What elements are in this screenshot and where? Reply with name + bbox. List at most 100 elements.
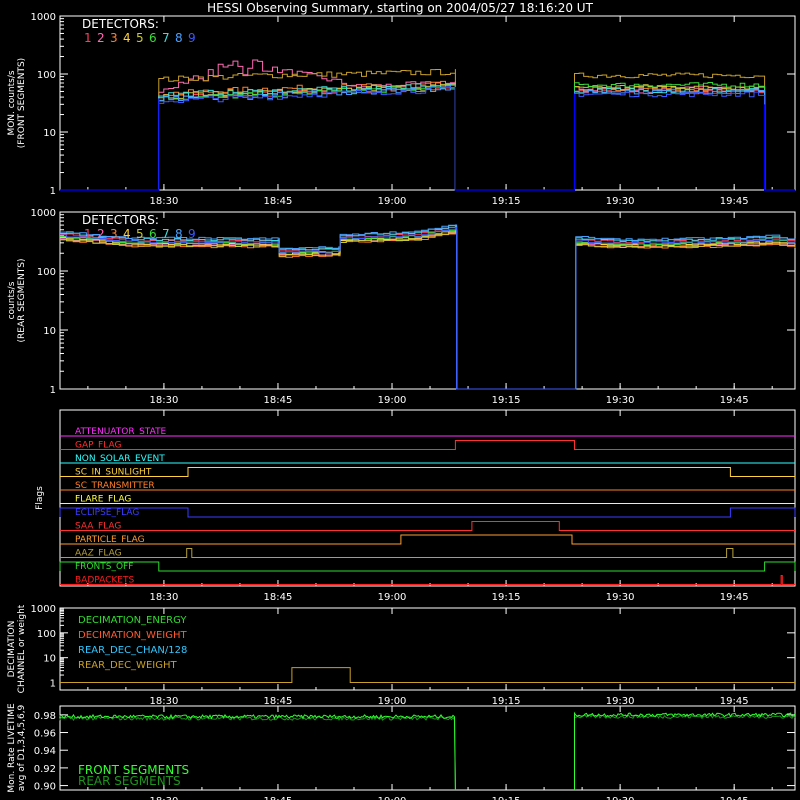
front-panel-frame xyxy=(59,15,796,191)
decimation-panel-xtick-label: 19:45 xyxy=(720,696,749,707)
flag-label: FRONTS_OFF xyxy=(75,562,133,572)
rear-series-line xyxy=(60,230,796,390)
front-panel-ytick-label: 1000 xyxy=(31,12,56,23)
flag-line xyxy=(60,534,795,545)
rear-panel-ytick-label: 100 xyxy=(37,267,56,278)
flags-panel-xtick-label: 19:15 xyxy=(492,592,521,603)
rear-panel-xtick-label: 18:45 xyxy=(264,395,293,406)
front-panel-legend-item: 7 xyxy=(162,31,170,45)
front-panel-legend-title: DETECTORS: xyxy=(82,17,159,31)
livetime-panel-xtick-label: 18:30 xyxy=(149,796,178,800)
decimation-panel-xtick-label: 19:00 xyxy=(378,696,407,707)
livetime-panel-ytick-label: 0.96 xyxy=(34,729,56,740)
decimation-legend-item: DECIMATION_WEIGHT xyxy=(78,630,187,641)
rear-series-line xyxy=(60,225,796,390)
flag-label: PARTICLE_FLAG xyxy=(75,535,145,545)
flag-label: NON_SOLAR_EVENT xyxy=(75,454,165,464)
flag-label: ATTENUATOR_STATE xyxy=(75,427,167,437)
front-panel-ylabel: MON. counts/s xyxy=(7,70,17,135)
flags-panel-xtick-label: 19:00 xyxy=(378,592,407,603)
front-panel-legend-item: 9 xyxy=(188,31,196,45)
livetime-panel-ytick-label: 0.92 xyxy=(34,764,56,775)
rear-series-line xyxy=(60,224,796,390)
front-panel-legend-item: 2 xyxy=(97,31,105,45)
livetime-panel-ytick-label: 0.98 xyxy=(34,711,56,722)
rear-panel-legend-item: 4 xyxy=(123,227,131,241)
front-panel-legend-item: 3 xyxy=(110,31,118,45)
rear-panel-legend-item: 1 xyxy=(84,227,92,241)
rear-panel-ytick-label: 10 xyxy=(43,326,56,337)
front-panel-legend-item: 8 xyxy=(175,31,183,45)
front-panel-legend-item: 4 xyxy=(123,31,131,45)
decimation-panel-ytick-label: 100 xyxy=(37,629,56,640)
rear-panel-legend-item: 5 xyxy=(136,227,144,241)
rear-panel-xtick-label: 18:30 xyxy=(149,395,178,406)
rear-panel-ylabel: (REAR SEGMENTS) xyxy=(17,258,27,342)
decimation-panel-xtick-label: 19:30 xyxy=(606,696,635,707)
decimation-panel-ylabel: DECIMATION xyxy=(7,621,17,678)
front-panel-ytick-label: 100 xyxy=(37,70,56,81)
front-series-line xyxy=(60,82,795,191)
rear-panel-xtick-label: 19:45 xyxy=(720,395,749,406)
decimation-legend-item: REAR_DEC_WEIGHT xyxy=(78,660,177,671)
flag-line xyxy=(59,561,796,572)
livetime-panel-ylabel: Mon. Rate LIVETIME xyxy=(7,703,17,793)
rear-series-line xyxy=(60,231,796,390)
front-series-line xyxy=(60,83,795,191)
rear-panel-legend-item: 8 xyxy=(175,227,183,241)
flag-label: SC_TRANSMITTER xyxy=(75,481,155,491)
decimation-panel-ytick-label: 1 xyxy=(50,679,56,690)
rear-panel-legend-item: 2 xyxy=(97,227,105,241)
rear-panel-ytick-label: 1000 xyxy=(31,208,56,219)
flag-label: FLARE_FLAG xyxy=(75,495,131,505)
front-panel-ytick-label: 10 xyxy=(43,128,56,139)
flag-label: SC_IN_SUNLIGHT xyxy=(75,468,152,478)
front-series-line xyxy=(60,86,795,191)
front-panel-xtick-label: 19:00 xyxy=(378,196,407,207)
rear-series-line xyxy=(60,230,796,390)
rear-panel-legend-title: DETECTORS: xyxy=(82,213,159,227)
flag-line xyxy=(59,507,796,518)
flag-label: GAP_FLAG xyxy=(75,441,121,451)
rear-panel-legend-item: 6 xyxy=(149,227,157,241)
rear-series-line xyxy=(60,225,796,390)
decimation-panel-xtick-label: 19:15 xyxy=(492,696,521,707)
rear-panel-xtick-label: 19:00 xyxy=(378,395,407,406)
decimation-panel-xtick-label: 18:30 xyxy=(149,696,178,707)
rear-panel-legend-item: 3 xyxy=(110,227,118,241)
livetime-legend-item: REAR SEGMENTS xyxy=(78,774,181,788)
rear-panel-ylabel: counts/s xyxy=(7,281,17,319)
livetime-panel-ylabel: avg of D1,3,4,5,6,9 xyxy=(17,704,27,791)
livetime-panel-xtick-label: 19:15 xyxy=(492,796,521,800)
rear-panel-legend-item: 7 xyxy=(162,227,170,241)
front-panel-legend-item: 6 xyxy=(149,31,157,45)
rear-panel-ytick-label: 1 xyxy=(50,385,56,396)
front-panel-xtick-label: 18:45 xyxy=(264,196,293,207)
front-panel-xtick-label: 19:30 xyxy=(606,196,635,207)
flag-line xyxy=(60,440,795,450)
flag-line xyxy=(60,548,795,558)
front-panel-ylabel: (FRONT SEGMENTS) xyxy=(17,58,27,148)
flag-label: ECLIPSE_FLAG xyxy=(75,508,139,518)
flag-line xyxy=(60,521,795,531)
rear-panel-legend-item: 9 xyxy=(188,227,196,241)
flag-line xyxy=(60,575,795,585)
front-panel-ytick-label: 1 xyxy=(50,186,56,197)
decimation-legend-item: DECIMATION_ENERGY xyxy=(78,615,187,626)
rear-series-line xyxy=(60,227,796,390)
rear-series-line xyxy=(60,228,796,390)
front-panel-xtick-label: 18:30 xyxy=(149,196,178,207)
flags-panel-xtick-label: 18:30 xyxy=(149,592,178,603)
front-series-line xyxy=(60,59,795,191)
livetime-panel-xtick-label: 19:00 xyxy=(378,796,407,800)
flag-label: BADPACKETS xyxy=(75,576,134,586)
front-panel-legend-item: 5 xyxy=(136,31,144,45)
rear-panel-xtick-label: 19:15 xyxy=(492,395,521,406)
decimation-panel-ytick-label: 1000 xyxy=(31,604,56,615)
livetime-panel-ytick-label: 0.90 xyxy=(34,782,56,793)
flag-label: AAZ_FLAG xyxy=(75,549,122,559)
front-series-line xyxy=(60,86,795,191)
rear-panel-xtick-label: 19:30 xyxy=(606,395,635,406)
flags-panel-xtick-label: 18:45 xyxy=(264,592,293,603)
flag-line xyxy=(60,467,795,477)
